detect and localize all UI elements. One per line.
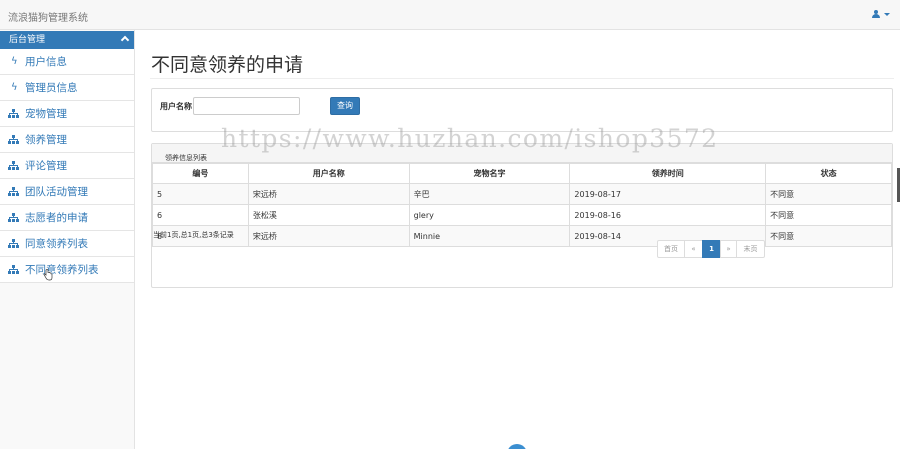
col-header-adoption-time[interactable]: 领养时间 <box>569 163 767 184</box>
sidebar-item-user-info[interactable]: ϟ 用户信息 <box>0 49 134 75</box>
cell-id: 6 <box>152 204 249 226</box>
sidebar-item-pet-management[interactable]: 宠物管理 <box>0 101 134 127</box>
pagination: 首页 « 1 » 末页 <box>657 240 765 258</box>
cell-username: 宋远桥 <box>247 225 410 247</box>
cell-status: 不同意 <box>765 225 892 247</box>
cell-status: 不同意 <box>765 204 892 226</box>
sidebar-item-label: 团队活动管理 <box>25 186 88 198</box>
bolt-icon: ϟ <box>11 55 18 67</box>
cell-status: 不同意 <box>765 183 892 205</box>
sitemap-icon <box>8 108 20 119</box>
hand-cursor-icon <box>43 269 53 281</box>
sidebar-item-label: 同意领养列表 <box>25 238 88 250</box>
app-brand[interactable]: 流浪猫狗管理系统 <box>8 9 88 24</box>
cell-adoption-time: 2019-08-17 <box>569 183 767 205</box>
username-search-input[interactable] <box>193 97 300 115</box>
sitemap-icon <box>8 160 20 171</box>
sidebar-menu: ϟ 用户信息 ϟ 管理员信息 宠物管理 领养管理 评论管理 团队活动管理 志愿者… <box>0 49 134 283</box>
top-navbar: 流浪猫狗管理系统 <box>0 0 900 30</box>
pager-first-button[interactable]: 首页 <box>657 240 685 258</box>
sidebar-item-comment-management[interactable]: 评论管理 <box>0 153 134 179</box>
cell-adoption-time: 2019-08-16 <box>569 204 767 226</box>
title-divider <box>150 78 894 79</box>
sidebar-header-label: 后台管理 <box>9 35 46 45</box>
chevron-up-icon <box>120 35 130 45</box>
cell-pet-name: Minnie <box>408 225 571 247</box>
cell-pet-name: 辛巴 <box>408 183 571 205</box>
page-title: 不同意领养的申请 <box>151 54 304 76</box>
adoption-list-panel: 领养信息列表 编号 用户名称 宠物名字 领养时间 状态 5 宋远桥 辛巴 201… <box>151 143 893 288</box>
sitemap-icon <box>8 134 20 145</box>
sidebar-item-label: 不同意领养列表 <box>25 264 99 276</box>
sitemap-icon <box>8 212 20 223</box>
col-header-pet-name[interactable]: 宠物名字 <box>408 163 571 184</box>
sitemap-icon <box>8 264 20 275</box>
sidebar-item-team-activity[interactable]: 团队活动管理 <box>0 179 134 205</box>
floating-action-button[interactable] <box>507 444 527 449</box>
col-header-username[interactable]: 用户名称 <box>247 163 410 184</box>
sidebar-item-rejected-adoption-list[interactable]: 不同意领养列表 <box>0 257 134 283</box>
caret-down-icon <box>884 12 890 16</box>
bolt-icon: ϟ <box>11 81 18 93</box>
pager-next-button[interactable]: » <box>720 240 737 258</box>
sidebar-header[interactable]: 后台管理 <box>0 31 134 49</box>
table-header-row: 编号 用户名称 宠物名字 领养时间 状态 <box>152 163 892 184</box>
pager-page-1[interactable]: 1 <box>702 240 721 258</box>
pager-last-button[interactable]: 末页 <box>736 240 765 258</box>
sidebar-item-label: 宠物管理 <box>25 108 67 120</box>
col-header-status[interactable]: 状态 <box>765 163 892 184</box>
cell-pet-name: glery <box>408 204 571 226</box>
list-panel-title: 领养信息列表 <box>165 154 207 162</box>
table-row[interactable]: 8 宋远桥 Minnie 2019-08-14 不同意 <box>152 225 892 247</box>
sidebar-item-label: 评论管理 <box>25 160 67 172</box>
sitemap-icon <box>8 186 20 197</box>
sidebar-item-label: 用户信息 <box>25 56 67 68</box>
user-icon <box>872 10 880 18</box>
search-button[interactable]: 查询 <box>330 97 360 115</box>
username-label: 用户名称 <box>160 102 192 111</box>
sidebar-item-volunteer-application[interactable]: 志愿者的申请 <box>0 205 134 231</box>
sidebar-item-admin-info[interactable]: ϟ 管理员信息 <box>0 75 134 101</box>
adoption-table: 编号 用户名称 宠物名字 领养时间 状态 5 宋远桥 辛巴 2019-08-17… <box>152 163 892 247</box>
cell-username: 宋远桥 <box>247 183 410 205</box>
sidebar-item-label: 管理员信息 <box>25 82 78 94</box>
sidebar-item-adoption-management[interactable]: 领养管理 <box>0 127 134 153</box>
sidebar-item-label: 领养管理 <box>25 134 67 146</box>
sidebar-item-label: 志愿者的申请 <box>25 212 88 224</box>
cell-username: 张松溪 <box>247 204 410 226</box>
sidebar: 后台管理 ϟ 用户信息 ϟ 管理员信息 宠物管理 领养管理 评论管理 团队活动管… <box>0 30 135 449</box>
sitemap-icon <box>8 238 20 249</box>
pager-prev-button[interactable]: « <box>684 240 703 258</box>
table-row[interactable]: 5 宋远桥 辛巴 2019-08-17 不同意 <box>152 183 892 205</box>
pagination-info: 当前1页,总1页,总3条记录 <box>153 231 234 239</box>
cell-id: 5 <box>152 183 249 205</box>
sidebar-item-approved-adoption-list[interactable]: 同意领养列表 <box>0 231 134 257</box>
user-menu-toggle[interactable] <box>872 10 890 18</box>
table-row[interactable]: 6 张松溪 glery 2019-08-16 不同意 <box>152 204 892 226</box>
col-header-id[interactable]: 编号 <box>152 163 249 184</box>
watermark-text: https://www.huzhan.com/ishop3572 <box>221 124 719 153</box>
